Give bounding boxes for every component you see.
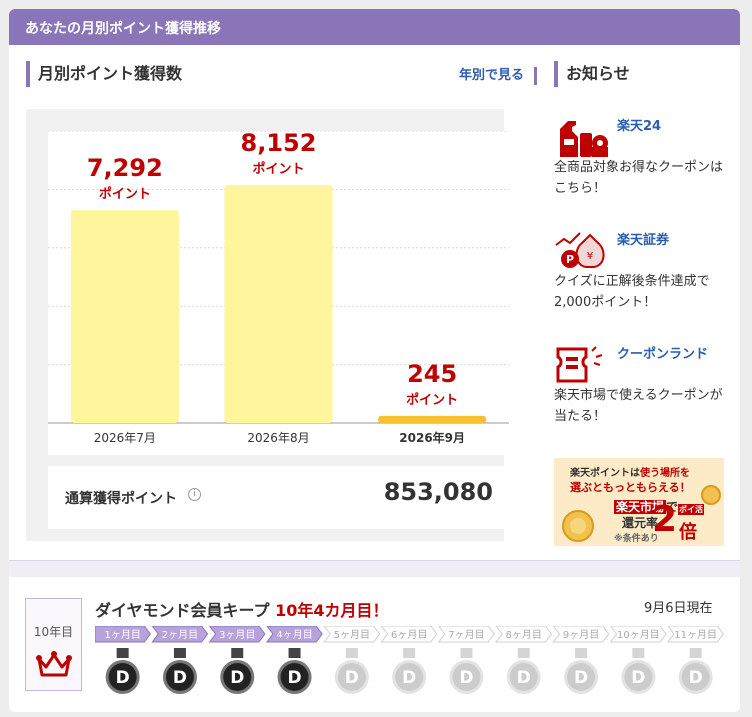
banner-line-2: 選ぶともっともらえる！ <box>570 481 691 494</box>
medal-ribbon <box>288 648 301 658</box>
news-item-desc: 全商品対象お得なクーポンはこちら！ <box>554 160 724 196</box>
bar-value-label: 245 <box>407 360 457 388</box>
coin-icon <box>701 485 721 505</box>
news-item-rakuten24[interactable]: 楽天24 全商品対象お得なクーポンはこちら！ <box>554 115 734 215</box>
crown-icon <box>36 651 72 677</box>
x-tick-label: 2026年9月 <box>399 430 465 445</box>
yearly-view-link[interactable]: 年別で見る <box>459 67 538 85</box>
news-item-rakuten-securities[interactable]: ¥ P 楽天証券 クイズに正解後条件達成で2,000ポイント！ <box>554 229 734 329</box>
panel-header: あなたの月別ポイント獲得推移 <box>9 9 740 45</box>
month-step-label: 8ヶ月目 <box>506 629 542 641</box>
bar-unit-label: ポイント <box>99 186 151 202</box>
coins-icon <box>562 510 594 542</box>
medal-letter: D <box>287 668 301 688</box>
month-step-label: 5ヶ月目 <box>334 629 370 641</box>
total-points-value: 853,080 <box>383 478 493 506</box>
medal-letter: D <box>689 668 703 688</box>
month-step-label: 11ヶ月目 <box>674 629 717 641</box>
total-points-label: 通算獲得ポイント <box>65 491 177 507</box>
total-points-box: 通算獲得ポイント i 853,080 <box>48 466 509 529</box>
medal-letter: D <box>631 668 645 688</box>
medal-letter: D <box>402 668 416 688</box>
banner-text-red: 使う場所を <box>640 468 690 479</box>
point-promo-banner[interactable]: 楽天ポイントは使う場所を 選ぶともっともらえる！ 楽天市場で 還元率 ※条件あり… <box>554 458 724 546</box>
news-section-title: お知らせ <box>554 61 630 87</box>
keep-title: ダイヤモンド会員キープ 10年4カ月目！ <box>95 597 389 621</box>
banner-big-suffix: 倍 <box>679 522 697 543</box>
x-tick-label: 2026年7月 <box>94 431 156 445</box>
coupon-ticket-icon <box>556 346 603 383</box>
monthly-points-panel: あなたの月別ポイント獲得推移 月別ポイント獲得数 年別で見る ポイント 7,292… <box>9 9 740 712</box>
monthly-points-chart: ポイント7,2922026年7月ポイント8,1522026年8月ポイント2452… <box>48 131 509 445</box>
medal-letter: D <box>574 668 588 688</box>
month-step-label: 9ヶ月目 <box>563 629 599 641</box>
keep-highlight: 10年4カ月目！ <box>275 601 389 620</box>
medal-letter: D <box>345 668 359 688</box>
monthly-section-title: 月別ポイント獲得数 <box>26 61 182 87</box>
month-step-label: 2ヶ月目 <box>162 629 198 641</box>
month-step-label: 10ヶ月目 <box>617 629 660 641</box>
medal-letter: D <box>230 668 244 688</box>
cleaning-products-icon <box>560 121 608 157</box>
bar-unit-label: ポイント <box>406 392 458 408</box>
info-icon[interactable]: i <box>188 488 201 501</box>
membership-year-badge: 10年目 <box>25 598 82 691</box>
news-item-title: クーポンランド <box>617 347 709 362</box>
medal-ribbon <box>403 648 416 658</box>
news-item-coupon-land[interactable]: クーポンランド 楽天市場で使えるクーポンが当たる！ <box>554 343 734 443</box>
month-step-label: 3ヶ月目 <box>219 629 255 641</box>
medal-ribbon <box>689 648 702 658</box>
bar-unit-label: ポイント <box>252 161 304 177</box>
badge-years-text: 10年目 <box>33 625 74 639</box>
section-divider <box>9 560 740 577</box>
keep-title-text: ダイヤモンド会員キープ <box>95 601 270 620</box>
bar <box>70 210 179 423</box>
medal-letter: D <box>459 668 473 688</box>
panel-title: あなたの月別ポイント獲得推移 <box>25 21 221 37</box>
chart-area: ポイント 7,292 2026年7月 ポイント 8,152 2026年8月 ポイント 245 2… <box>26 109 509 541</box>
news-item-desc: クイズに正解後条件達成で2,000ポイント！ <box>554 274 710 310</box>
news-item-title: 楽天証券 <box>617 233 670 248</box>
month-step-label: 6ヶ月目 <box>391 629 427 641</box>
chart-plot: ポイント 7,292 2026年7月 ポイント 8,152 2026年8月 ポイント 245 2… <box>48 131 509 455</box>
medal-letter: D <box>116 668 130 688</box>
medal-ribbon <box>173 648 186 658</box>
bar <box>378 415 487 423</box>
money-bag-icon: ¥ P <box>555 232 605 268</box>
svg-text:P: P <box>566 253 574 266</box>
bar-value-label: 7,292 <box>87 154 163 182</box>
month-step-label: 4ヶ月目 <box>276 629 312 641</box>
medal-letter: D <box>517 668 531 688</box>
svg-text:¥: ¥ <box>587 251 593 262</box>
x-tick-label: 2026年8月 <box>247 431 309 445</box>
bar-value-label: 8,152 <box>241 131 317 157</box>
as-of-date: 9月6日現在 <box>644 601 713 616</box>
medal-ribbon <box>575 648 588 658</box>
medal-ribbon <box>116 648 129 658</box>
banner-text: 楽天ポイントは <box>570 468 640 479</box>
month-step-label: 7ヶ月目 <box>448 629 484 641</box>
medal-ribbon <box>231 648 244 658</box>
medal-ribbon <box>517 648 530 658</box>
news-item-title: 楽天24 <box>617 119 662 134</box>
medal-ribbon <box>460 648 473 658</box>
bar <box>224 184 333 423</box>
banner-big-number: 2 <box>652 499 678 540</box>
banner-line-1: 楽天ポイントは使う場所を <box>570 464 690 479</box>
news-item-desc: 楽天市場で使えるクーポンが当たる！ <box>554 388 723 424</box>
membership-month-progress: 1ヶ月目 D 2ヶ月目 D 3ヶ月目 D 4ヶ月目 D 5ヶ月目 D 6ヶ月目 D 7ヶ月目 D 8ヶ月目 D… <box>95 626 724 694</box>
month-step-label: 1ヶ月目 <box>104 629 140 641</box>
medal-letter: D <box>173 668 187 688</box>
medal-ribbon <box>345 648 358 658</box>
medal-ribbon <box>632 648 645 658</box>
